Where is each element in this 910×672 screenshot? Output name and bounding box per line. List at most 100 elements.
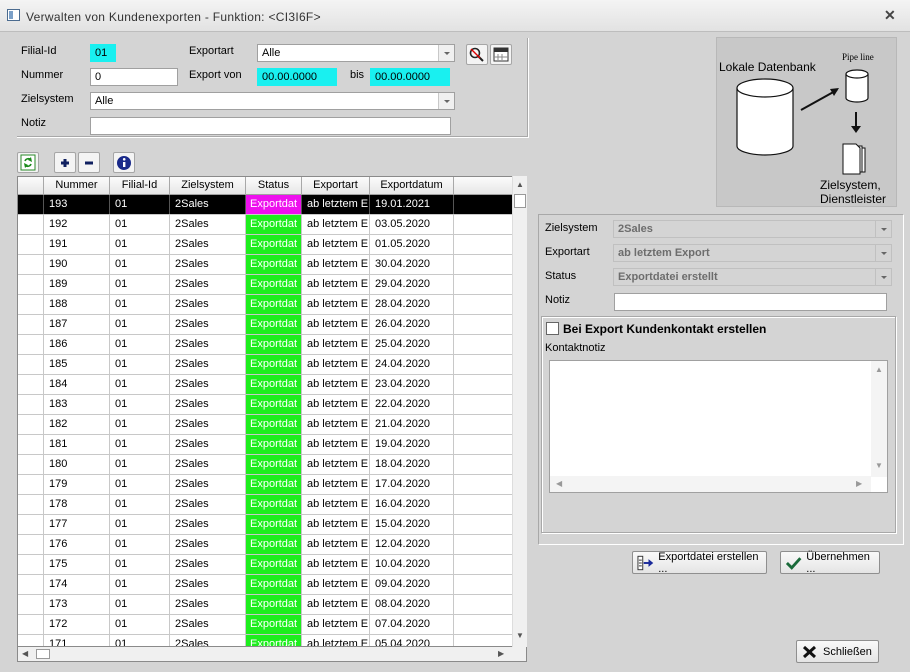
kontakt-checkbox[interactable]	[546, 322, 559, 335]
kontaktnotiz-textarea[interactable]: ▲ ▼ ◀ ▶	[549, 360, 888, 493]
table-cell: 181	[44, 435, 110, 454]
table-row[interactable]: 183 01 2Sales Exportdat ab letztem E 22.04.20…	[18, 395, 512, 415]
row-selector[interactable]	[18, 575, 44, 594]
row-selector[interactable]	[18, 415, 44, 434]
table-row[interactable]: 171 01 2Sales Exportdat ab letztem E 05.04.20…	[18, 635, 512, 646]
table-horizontal-scrollbar[interactable]: ◀ ▶	[17, 647, 527, 662]
row-selector[interactable]	[18, 355, 44, 374]
schliessen-label: Schließen	[823, 645, 872, 658]
row-selector[interactable]	[18, 215, 44, 234]
table-row[interactable]: 186 01 2Sales Exportdat ab letztem E 25.04.20…	[18, 335, 512, 355]
table-row[interactable]: 176 01 2Sales Exportdat ab letztem E 12.04.20…	[18, 535, 512, 555]
row-selector[interactable]	[18, 375, 44, 394]
table-vertical-scrollbar[interactable]: ▲ ▼	[512, 176, 527, 647]
row-selector[interactable]	[18, 515, 44, 534]
detail-zielsystem-select[interactable]: 2Sales	[613, 220, 892, 238]
textarea-horizontal-scrollbar[interactable]: ◀ ▶	[550, 476, 871, 492]
table-row[interactable]: 184 01 2Sales Exportdat ab letztem E 23.04.20…	[18, 375, 512, 395]
table-row[interactable]: 180 01 2Sales Exportdat ab letztem E 18.04.20…	[18, 455, 512, 475]
chevron-down-icon[interactable]	[875, 221, 891, 237]
table-row[interactable]: 177 01 2Sales Exportdat ab letztem E 15.04.20…	[18, 515, 512, 535]
exports-table[interactable]: Nummer Filial-Id Zielsystem Status Exportart…	[17, 176, 527, 647]
row-selector[interactable]	[18, 615, 44, 634]
row-selector[interactable]	[18, 315, 44, 334]
textarea-vertical-scrollbar[interactable]: ▲ ▼	[871, 361, 887, 477]
row-selector[interactable]	[18, 295, 44, 314]
remove-button[interactable]	[78, 152, 100, 173]
table-row[interactable]: 174 01 2Sales Exportdat ab letztem E 09.04.20…	[18, 575, 512, 595]
table-row[interactable]: 175 01 2Sales Exportdat ab letztem E 10.04.20…	[18, 555, 512, 575]
table-cell: 2Sales	[170, 615, 246, 634]
row-selector[interactable]	[18, 595, 44, 614]
column-header[interactable]: Exportdatum	[370, 177, 454, 195]
window-title: Verwalten von Kundenexporten - Funktion:…	[26, 10, 321, 24]
table-cell: 01	[110, 455, 170, 474]
column-header[interactable]: Status	[246, 177, 302, 195]
detail-notiz-input[interactable]	[614, 293, 887, 311]
table-row[interactable]: 185 01 2Sales Exportdat ab letztem E 24.04.20…	[18, 355, 512, 375]
row-selector[interactable]	[18, 335, 44, 354]
row-selector[interactable]	[18, 255, 44, 274]
chevron-down-icon[interactable]	[875, 245, 891, 261]
scroll-down-icon[interactable]: ▼	[875, 461, 883, 470]
add-button[interactable]	[54, 152, 76, 173]
row-selector[interactable]	[18, 535, 44, 554]
scroll-up-icon[interactable]: ▲	[875, 365, 883, 374]
column-header[interactable]: Filial-Id	[110, 177, 170, 195]
table-row[interactable]: 182 01 2Sales Exportdat ab letztem E 21.04.20…	[18, 415, 512, 435]
table-cell: 2Sales	[170, 395, 246, 414]
scroll-left-icon[interactable]: ◀	[556, 479, 562, 488]
table-row[interactable]: 187 01 2Sales Exportdat ab letztem E 26.04.20…	[18, 315, 512, 335]
scroll-up-icon[interactable]: ▲	[516, 180, 524, 189]
refresh-button[interactable]	[17, 152, 39, 173]
scroll-right-icon[interactable]: ▶	[498, 649, 504, 658]
table-cell: 29.04.2020	[370, 275, 454, 294]
scroll-down-icon[interactable]: ▼	[516, 631, 524, 640]
table-cell: ab letztem E	[302, 615, 370, 634]
exportdatei-erstellen-button[interactable]: Exportdatei erstellen ...	[632, 551, 767, 575]
table-row[interactable]: 192 01 2Sales Exportdat ab letztem E 03.05.20…	[18, 215, 512, 235]
table-row[interactable]: 179 01 2Sales Exportdat ab letztem E 17.04.20…	[18, 475, 512, 495]
table-row[interactable]: 172 01 2Sales Exportdat ab letztem E 07.04.20…	[18, 615, 512, 635]
row-selector[interactable]	[18, 635, 44, 646]
table-cell: Exportdat	[246, 275, 302, 294]
uebernehmen-button[interactable]: Übernehmen ...	[780, 551, 880, 575]
row-selector[interactable]	[18, 435, 44, 454]
row-selector[interactable]	[18, 455, 44, 474]
scroll-right-icon[interactable]: ▶	[856, 479, 862, 488]
table-row[interactable]: 191 01 2Sales Exportdat ab letztem E 01.05.20…	[18, 235, 512, 255]
close-icon[interactable]: ✕	[884, 7, 896, 24]
scroll-thumb[interactable]	[514, 194, 526, 208]
scroll-left-icon[interactable]: ◀	[22, 649, 28, 658]
detail-exportart-select[interactable]: ab letztem Export	[613, 244, 892, 262]
hscroll-thumb[interactable]	[36, 649, 50, 659]
info-button[interactable]	[113, 152, 135, 173]
column-header[interactable]: Nummer	[44, 177, 110, 195]
table-row[interactable]: 189 01 2Sales Exportdat ab letztem E 29.04.20…	[18, 275, 512, 295]
table-cell: ab letztem E	[302, 355, 370, 374]
row-selector[interactable]	[18, 395, 44, 414]
table-header: Nummer Filial-Id Zielsystem Status Exportart…	[18, 177, 512, 195]
row-selector[interactable]	[18, 555, 44, 574]
table-cell: Exportdat	[246, 315, 302, 334]
chevron-down-icon[interactable]	[875, 269, 891, 285]
table-cell: 2Sales	[170, 255, 246, 274]
row-selector[interactable]	[18, 235, 44, 254]
table-cell: Exportdat	[246, 235, 302, 254]
row-selector[interactable]	[18, 195, 44, 214]
row-selector[interactable]	[18, 275, 44, 294]
table-row[interactable]: 181 01 2Sales Exportdat ab letztem E 19.04.20…	[18, 435, 512, 455]
table-cell: 2Sales	[170, 475, 246, 494]
schliessen-button[interactable]: Schließen	[796, 640, 879, 663]
table-row[interactable]: 173 01 2Sales Exportdat ab letztem E 08.04.20…	[18, 595, 512, 615]
row-selector[interactable]	[18, 475, 44, 494]
column-header[interactable]: Exportart	[302, 177, 370, 195]
table-row[interactable]: 178 01 2Sales Exportdat ab letztem E 16.04.20…	[18, 495, 512, 515]
column-header[interactable]: Zielsystem	[170, 177, 246, 195]
detail-status-select[interactable]: Exportdatei erstellt	[613, 268, 892, 286]
table-cell: 05.04.2020	[370, 635, 454, 646]
row-selector[interactable]	[18, 495, 44, 514]
table-row[interactable]: 190 01 2Sales Exportdat ab letztem E 30.04.20…	[18, 255, 512, 275]
table-row[interactable]: 193 01 2Sales Exportdat ab letztem E 19.01.20…	[18, 195, 512, 215]
table-row[interactable]: 188 01 2Sales Exportdat ab letztem E 28.04.20…	[18, 295, 512, 315]
